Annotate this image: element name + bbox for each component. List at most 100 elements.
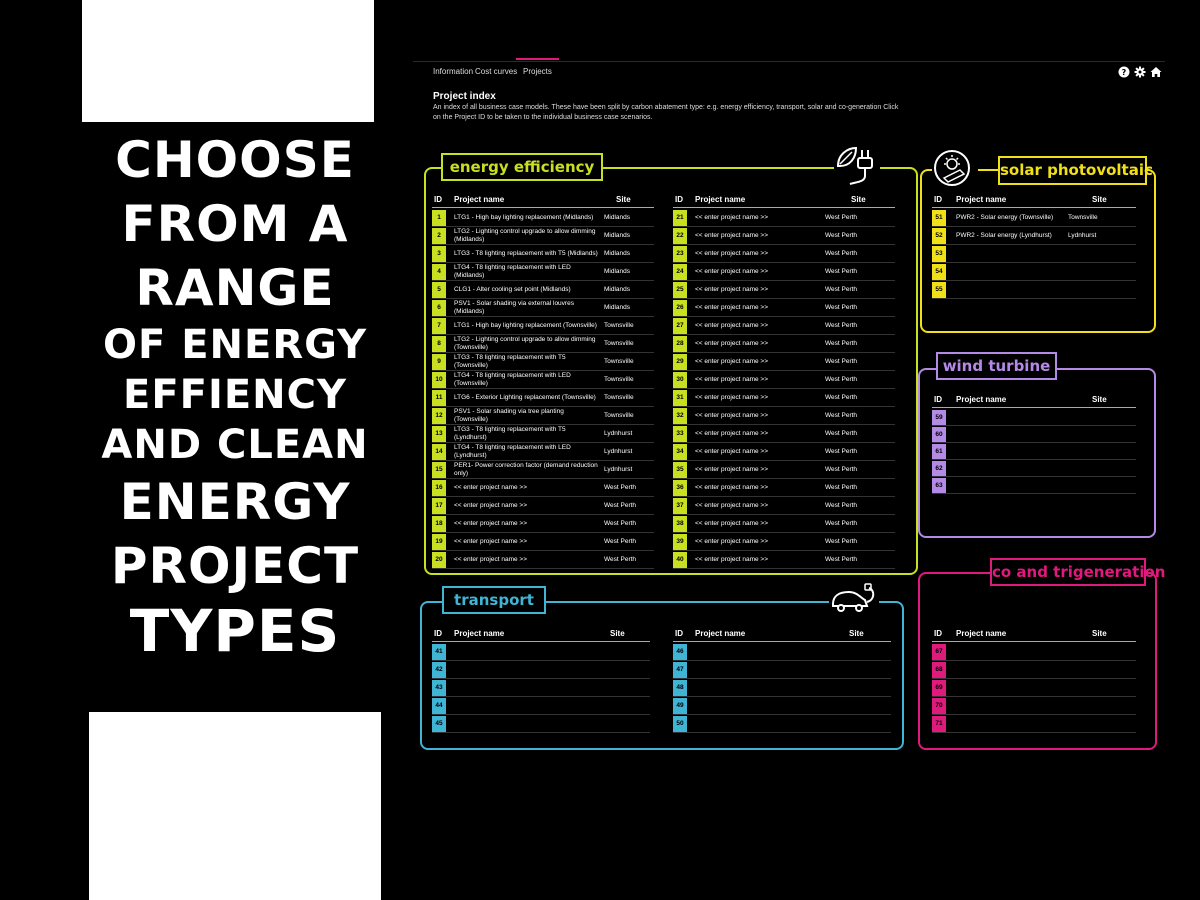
- project-site: Midlands: [604, 214, 631, 221]
- project-id-button[interactable]: 20: [432, 552, 446, 568]
- headline-line: ENERGY: [119, 473, 351, 531]
- project-id-button[interactable]: 48: [673, 680, 687, 696]
- project-id-button[interactable]: 9: [432, 354, 446, 370]
- project-id-button[interactable]: 38: [673, 516, 687, 532]
- project-site: West Perth: [825, 304, 858, 311]
- tab-information[interactable]: Information: [433, 67, 473, 76]
- headline-line: OF ENERGY: [102, 322, 368, 368]
- table-row: 24 << enter project name >> West Perth: [673, 263, 895, 281]
- project-id-button[interactable]: 63: [932, 478, 946, 493]
- project-id-button[interactable]: 41: [432, 644, 446, 660]
- project-name-header: Project name: [695, 195, 746, 204]
- project-id-button[interactable]: 14: [432, 444, 446, 460]
- table-row: 27 << enter project name >> West Perth: [673, 317, 895, 335]
- table-row: 51 PWR2 - Solar energy (Townsville) Townsv…: [932, 209, 1136, 227]
- project-id-button[interactable]: 31: [673, 390, 687, 406]
- project-id-button[interactable]: 11: [432, 390, 446, 406]
- project-site: Townsville: [604, 322, 634, 329]
- project-id-button[interactable]: 1: [432, 210, 446, 226]
- project-id-button[interactable]: 51: [932, 210, 946, 226]
- project-name: << enter project name >>: [695, 412, 768, 419]
- project-id-button[interactable]: 12: [432, 408, 446, 424]
- project-id-button[interactable]: 26: [673, 300, 687, 316]
- project-site: West Perth: [825, 394, 858, 401]
- project-id-button[interactable]: 62: [932, 461, 946, 476]
- project-id-button[interactable]: 55: [932, 282, 946, 298]
- project-id-button[interactable]: 37: [673, 498, 687, 514]
- project-id-button[interactable]: 61: [932, 444, 946, 459]
- project-id-button[interactable]: 16: [432, 480, 446, 496]
- project-id-button[interactable]: 50: [673, 716, 687, 732]
- project-id-button[interactable]: 40: [673, 552, 687, 568]
- project-name-header: Project name: [956, 395, 1007, 404]
- project-id-button[interactable]: 27: [673, 318, 687, 334]
- headline: CHOOSE FROM A RANGE OF ENERGY EFFIENCY A…: [82, 128, 388, 664]
- project-id-button[interactable]: 43: [432, 680, 446, 696]
- project-id-button[interactable]: 2: [432, 228, 446, 244]
- project-id-button[interactable]: 4: [432, 264, 446, 280]
- project-id-button[interactable]: 19: [432, 534, 446, 550]
- project-name: LTG4 - T8 lighting replacement with LED …: [454, 372, 571, 387]
- project-id-button[interactable]: 32: [673, 408, 687, 424]
- project-site: Midlands: [604, 232, 631, 239]
- project-id-button[interactable]: 34: [673, 444, 687, 460]
- project-id-button[interactable]: 29: [673, 354, 687, 370]
- project-id-button[interactable]: 8: [432, 336, 446, 352]
- project-id-button[interactable]: 68: [932, 662, 946, 678]
- project-id-button[interactable]: 71: [932, 716, 946, 732]
- plug-leaf-icon: [834, 144, 880, 188]
- project-id-button[interactable]: 52: [932, 228, 946, 244]
- table-row: 1 LTG1 - High bay lighting replacement (M…: [432, 209, 654, 227]
- project-site: West Perth: [604, 484, 637, 491]
- project-id-button[interactable]: 42: [432, 662, 446, 678]
- project-name: LTG3 - T8 lighting replacement with T5 (…: [454, 426, 566, 441]
- project-id-button[interactable]: 35: [673, 462, 687, 478]
- gear-icon[interactable]: [1134, 66, 1146, 78]
- project-id-button[interactable]: 10: [432, 372, 446, 388]
- project-id-button[interactable]: 33: [673, 426, 687, 442]
- tab-projects[interactable]: Projects: [516, 58, 559, 76]
- site-header: Site: [1092, 629, 1107, 638]
- project-id-button[interactable]: 45: [432, 716, 446, 732]
- project-id-button[interactable]: 28: [673, 336, 687, 352]
- project-id-button[interactable]: 15: [432, 462, 446, 478]
- project-id-button[interactable]: 39: [673, 534, 687, 550]
- help-icon[interactable]: ?: [1118, 66, 1130, 78]
- project-id-button[interactable]: 24: [673, 264, 687, 280]
- project-id-button[interactable]: 44: [432, 698, 446, 714]
- project-id-button[interactable]: 5: [432, 282, 446, 298]
- tab-cost-curves[interactable]: Cost curves: [475, 67, 517, 76]
- project-id-button[interactable]: 53: [932, 246, 946, 262]
- home-icon[interactable]: [1150, 66, 1162, 78]
- project-id-button[interactable]: 54: [932, 264, 946, 280]
- project-id-button[interactable]: 22: [673, 228, 687, 244]
- project-name: [695, 662, 817, 678]
- project-id-button[interactable]: 30: [673, 372, 687, 388]
- project-id-button[interactable]: 46: [673, 644, 687, 660]
- project-id-button[interactable]: 17: [432, 498, 446, 514]
- project-name: << enter project name >>: [695, 286, 768, 293]
- project-id-button[interactable]: 70: [932, 698, 946, 714]
- project-id-button[interactable]: 18: [432, 516, 446, 532]
- project-id-button[interactable]: 67: [932, 644, 946, 660]
- project-id-button[interactable]: 36: [673, 480, 687, 496]
- project-id-button[interactable]: 25: [673, 282, 687, 298]
- project-id-button[interactable]: 21: [673, 210, 687, 226]
- project-id-button[interactable]: 13: [432, 426, 446, 442]
- table-row: 42: [432, 661, 650, 679]
- project-id-button[interactable]: 7: [432, 318, 446, 334]
- table-row: 43: [432, 679, 650, 697]
- project-id-button[interactable]: 60: [932, 427, 946, 442]
- project-id-button[interactable]: 69: [932, 680, 946, 696]
- project-id-button[interactable]: 47: [673, 662, 687, 678]
- project-id-button[interactable]: 6: [432, 300, 446, 316]
- project-id-button[interactable]: 3: [432, 246, 446, 262]
- svg-text:?: ?: [1122, 68, 1127, 77]
- project-id-button[interactable]: 23: [673, 246, 687, 262]
- project-id-button[interactable]: 59: [932, 410, 946, 425]
- project-site: West Perth: [825, 484, 858, 491]
- project-name: LTG2 - Lighting control upgrade to allow…: [454, 228, 596, 243]
- project-name: PER1- Power correction factor (demand re…: [454, 462, 598, 477]
- project-id-button[interactable]: 49: [673, 698, 687, 714]
- project-site: Townsville: [604, 340, 634, 347]
